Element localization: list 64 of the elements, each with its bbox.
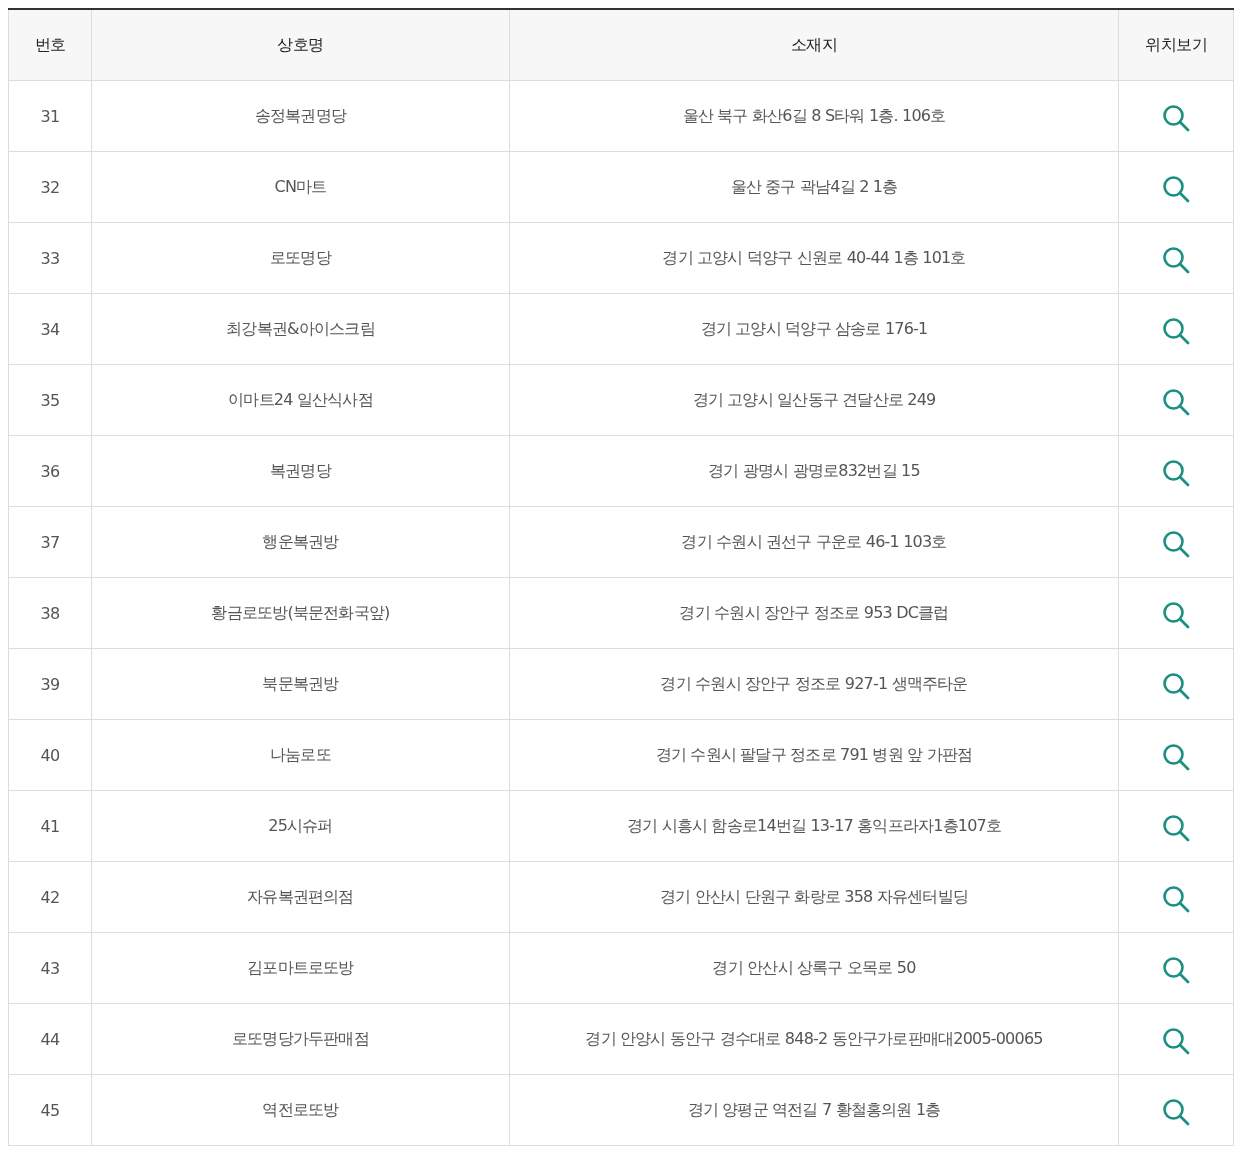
search-icon[interactable] (1162, 814, 1190, 842)
number-cell: 43 (8, 932, 92, 1004)
search-icon[interactable] (1162, 459, 1190, 487)
search-icon[interactable] (1162, 104, 1190, 132)
number-cell: 40 (8, 719, 92, 791)
address-cell: 울산 중구 곽남4길 2 1층 (509, 151, 1119, 223)
store-name-cell: 황금로또방(북문전화국앞) (91, 577, 510, 649)
search-icon[interactable] (1162, 885, 1190, 913)
store-name-cell: 복권명당 (91, 435, 510, 507)
number-cell: 39 (8, 648, 92, 720)
search-icon[interactable] (1162, 601, 1190, 629)
column-header: 위치보기 (1118, 9, 1234, 81)
store-name-cell: 로또명당 (91, 222, 510, 294)
address-cell: 경기 안양시 동안구 경수대로 848-2 동안구가로판매대2005-00065 (509, 1003, 1119, 1075)
number-cell: 45 (8, 1074, 92, 1146)
store-name-cell: 로또명당가두판매점 (91, 1003, 510, 1075)
address-cell: 경기 수원시 권선구 구운로 46-1 103호 (509, 506, 1119, 578)
store-name-cell: 최강복권&아이스크림 (91, 293, 510, 365)
address-cell: 경기 고양시 일산동구 견달산로 249 (509, 364, 1119, 436)
store-name-cell: 북문복권방 (91, 648, 510, 720)
address-cell: 경기 광명시 광명로832번길 15 (509, 435, 1119, 507)
search-icon[interactable] (1162, 388, 1190, 416)
search-icon[interactable] (1162, 175, 1190, 203)
number-cell: 41 (8, 790, 92, 862)
number-cell: 38 (8, 577, 92, 649)
store-name-cell: 행운복권방 (91, 506, 510, 578)
store-name-cell: CN마트 (91, 151, 510, 223)
address-cell: 경기 시흥시 함송로14번길 13-17 홍익프라자1층107호 (509, 790, 1119, 862)
number-cell: 32 (8, 151, 92, 223)
number-cell: 36 (8, 435, 92, 507)
number-cell: 37 (8, 506, 92, 578)
store-name-cell: 자유복권편의점 (91, 861, 510, 933)
store-name-cell: 이마트24 일산식사점 (91, 364, 510, 436)
number-cell: 34 (8, 293, 92, 365)
address-cell: 경기 고양시 덕양구 삼송로 176-1 (509, 293, 1119, 365)
store-name-cell: 25시슈퍼 (91, 790, 510, 862)
address-cell: 경기 수원시 팔달구 정조로 791 병원 앞 가판점 (509, 719, 1119, 791)
search-icon[interactable] (1162, 317, 1190, 345)
address-cell: 경기 고양시 덕양구 신원로 40-44 1층 101호 (509, 222, 1119, 294)
search-icon[interactable] (1162, 246, 1190, 274)
search-icon[interactable] (1162, 743, 1190, 771)
number-cell: 33 (8, 222, 92, 294)
search-icon[interactable] (1162, 672, 1190, 700)
store-name-cell: 김포마트로또방 (91, 932, 510, 1004)
address-cell: 경기 수원시 장안구 정조로 953 DC클럽 (509, 577, 1119, 649)
address-cell: 경기 수원시 장안구 정조로 927-1 생맥주타운 (509, 648, 1119, 720)
number-cell: 35 (8, 364, 92, 436)
store-name-cell: 송정복권명당 (91, 80, 510, 152)
number-cell: 44 (8, 1003, 92, 1075)
number-cell: 42 (8, 861, 92, 933)
search-icon[interactable] (1162, 1027, 1190, 1055)
search-icon[interactable] (1162, 1098, 1190, 1126)
search-icon[interactable] (1162, 530, 1190, 558)
column-header: 번호 (8, 9, 92, 81)
address-cell: 경기 안산시 단원구 화랑로 358 자유센터빌딩 (509, 861, 1119, 933)
address-cell: 울산 북구 화산6길 8 S타워 1층. 106호 (509, 80, 1119, 152)
address-cell: 경기 안산시 상록구 오목로 50 (509, 932, 1119, 1004)
store-name-cell: 나눔로또 (91, 719, 510, 791)
column-header: 소재지 (509, 9, 1119, 81)
column-header: 상호명 (91, 9, 510, 81)
search-icon[interactable] (1162, 956, 1190, 984)
store-name-cell: 역전로또방 (91, 1074, 510, 1146)
number-cell: 31 (8, 80, 92, 152)
address-cell: 경기 양평군 역전길 7 황철홍의원 1층 (509, 1074, 1119, 1146)
